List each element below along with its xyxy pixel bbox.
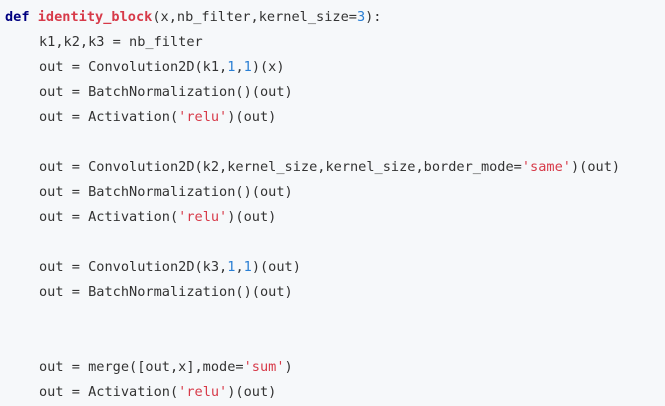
- code-line: out = BatchNormalization()(out): [0, 180, 665, 205]
- code-token: out = Activation(: [39, 384, 179, 400]
- code-token: out = Activation(: [39, 109, 179, 125]
- code-token: )(out): [227, 109, 277, 125]
- code-token: (x,nb_filter,kernel_size=: [152, 9, 357, 25]
- code-line: out = BatchNormalization()(out): [0, 280, 665, 305]
- code-token: )(out): [227, 384, 277, 400]
- function-name-token: identity_block: [37, 9, 153, 25]
- code-line: out = Activation('relu')(out): [0, 105, 665, 130]
- string-token: 'sum': [243, 359, 285, 375]
- code-token: out = BatchNormalization()(out): [39, 84, 293, 100]
- code-line: out = Convolution2D(k2,kernel_size,kerne…: [0, 155, 665, 180]
- code-line: out = BatchNormalization()(out): [0, 80, 665, 105]
- keyword-token: def: [5, 9, 30, 25]
- code-line: out = Activation('relu')(out): [0, 205, 665, 230]
- code-token: )(x): [251, 59, 285, 75]
- code-token: out = BatchNormalization()(out): [39, 184, 293, 200]
- code-line: def identity_block(x,nb_filter,kernel_si…: [0, 5, 665, 30]
- code-token: out = merge([out,x],mode=: [39, 359, 244, 375]
- code-token: )(out): [251, 259, 301, 275]
- string-token: 'relu': [178, 109, 228, 125]
- code-line: out = Convolution2D(k3,1,1)(out): [0, 255, 665, 280]
- code-token: ,: [235, 259, 244, 275]
- number-token: 1: [243, 259, 252, 275]
- code-token: )(out): [570, 159, 621, 175]
- code-token: )(out): [227, 209, 277, 225]
- code-token: k1,k2,k3 = nb_filter: [39, 34, 203, 50]
- string-token: 'relu': [178, 384, 228, 400]
- code-token: ):: [365, 9, 382, 25]
- code-token: ): [284, 359, 293, 375]
- code-token: ,: [235, 59, 244, 75]
- number-token: 3: [356, 9, 366, 25]
- code-token: out = Convolution2D(k3,: [39, 259, 228, 275]
- code-line: out = merge([out,x],mode='sum'): [0, 355, 665, 380]
- number-token: 1: [243, 59, 252, 75]
- code-block: def identity_block(x,nb_filter,kernel_si…: [0, 0, 665, 406]
- code-line: out = Convolution2D(k1,1,1)(x): [0, 55, 665, 80]
- string-token: 'same': [521, 159, 571, 175]
- code-token: out = Convolution2D(k1,: [39, 59, 228, 75]
- code-line: out = Activation('relu')(out): [0, 380, 665, 405]
- code-line: k1,k2,k3 = nb_filter: [0, 30, 665, 55]
- code-token: out = Activation(: [39, 209, 179, 225]
- code-token: out = Convolution2D(k2,kernel_size,kerne…: [39, 159, 522, 175]
- string-token: 'relu': [178, 209, 228, 225]
- code-token: out = BatchNormalization()(out): [39, 284, 293, 300]
